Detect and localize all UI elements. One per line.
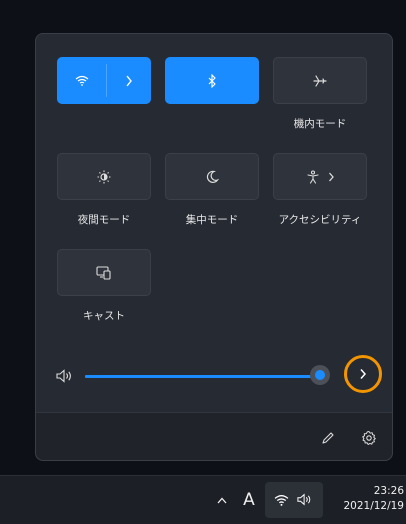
clock[interactable]: 23:26 2021/12/19 <box>326 484 404 514</box>
focus-mode-label: 集中モード <box>185 214 239 226</box>
airplane-icon <box>313 74 327 87</box>
cast-tile[interactable] <box>57 249 151 296</box>
ime-indicator[interactable]: A <box>238 476 260 524</box>
cast-label: キャスト <box>83 310 125 322</box>
wifi-tile[interactable] <box>57 57 151 104</box>
accessibility-tile[interactable] <box>273 153 367 200</box>
clock-time: 23:26 <box>373 485 404 497</box>
chevron-up-icon <box>217 497 227 503</box>
show-hidden-icons-button[interactable] <box>212 476 232 524</box>
bluetooth-icon <box>208 73 216 88</box>
chevron-right-icon <box>360 369 367 379</box>
wifi-expand-button[interactable] <box>107 58 150 103</box>
wifi-icon <box>274 495 289 506</box>
moon-icon <box>206 170 219 183</box>
clock-date: 2021/12/19 <box>343 500 404 512</box>
chevron-right-icon <box>125 75 132 86</box>
pencil-icon <box>322 432 334 444</box>
airplane-mode-tile[interactable] <box>273 57 367 104</box>
audio-output-button[interactable] <box>344 355 382 393</box>
panel-footer <box>36 412 392 460</box>
wifi-icon <box>75 75 89 86</box>
edit-quick-settings-button[interactable] <box>318 428 338 448</box>
settings-button[interactable] <box>359 428 379 448</box>
speaker-icon <box>297 493 311 506</box>
chevron-right-icon <box>328 172 334 181</box>
speaker-icon[interactable] <box>56 369 74 383</box>
quick-settings-panel: 機内モード 夜間モード 集中モード アクセシビリティ キャスト <box>35 33 393 461</box>
night-light-tile[interactable] <box>57 153 151 200</box>
cast-icon <box>96 265 111 280</box>
accessibility-icon <box>306 169 319 184</box>
gear-icon <box>362 431 376 445</box>
volume-thumb[interactable] <box>310 365 331 385</box>
network-volume-button[interactable] <box>265 482 323 518</box>
brightness-icon <box>97 170 111 183</box>
taskbar: A 23:26 2021/12/19 <box>0 475 406 524</box>
volume-fill <box>85 375 321 378</box>
accessibility-label: アクセシビリティ <box>278 214 362 226</box>
night-light-label: 夜間モード <box>77 214 131 226</box>
wifi-toggle[interactable] <box>58 58 106 103</box>
airplane-mode-label: 機内モード <box>293 118 347 130</box>
bluetooth-tile[interactable] <box>165 57 259 104</box>
focus-mode-tile[interactable] <box>165 153 259 200</box>
